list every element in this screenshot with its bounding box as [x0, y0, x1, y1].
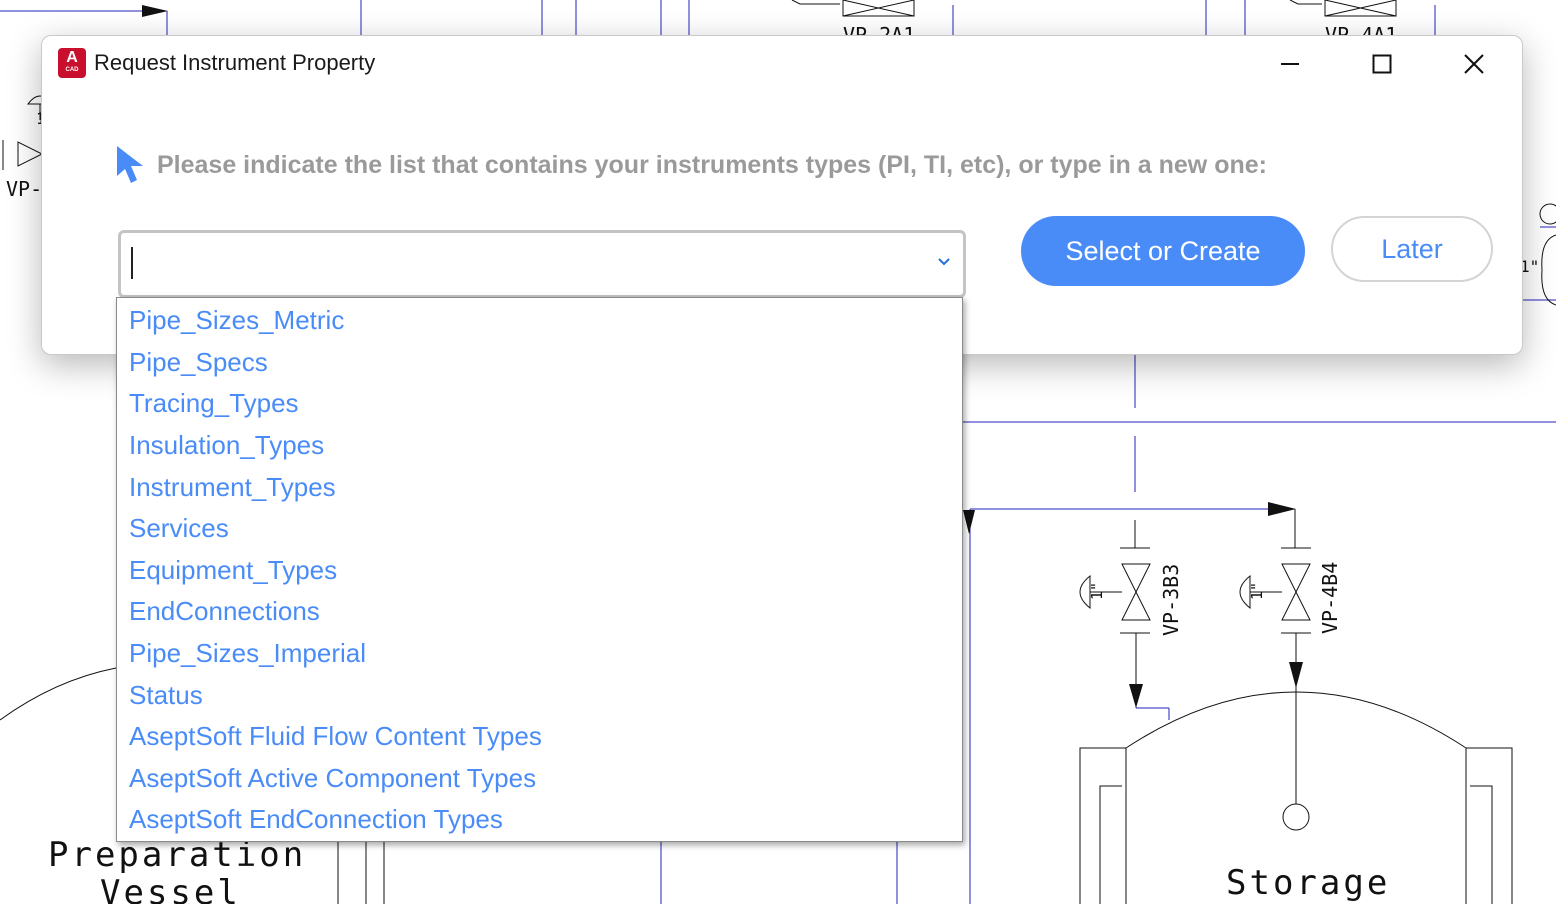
chevron-down-icon[interactable]	[937, 256, 951, 268]
close-icon	[1464, 54, 1484, 74]
app-icon-sub: CAD	[65, 67, 79, 73]
dropdown-item[interactable]: Status	[129, 675, 203, 716]
minimize-icon	[1281, 63, 1299, 65]
text-caret	[131, 247, 133, 279]
list-combobox[interactable]	[118, 230, 966, 298]
dropdown-item[interactable]: Tracing_Types	[129, 383, 299, 424]
list-dropdown: Pipe_Sizes_Metric Pipe_Specs Tracing_Typ…	[116, 297, 963, 842]
valve-label-left: VP-	[6, 177, 42, 201]
maximize-icon	[1372, 54, 1392, 74]
dialog-title: Request Instrument Property	[94, 50, 376, 75]
dropdown-item[interactable]: AseptSoft Fluid Flow Content Types	[129, 716, 542, 757]
dropdown-item[interactable]: EndConnections	[129, 591, 320, 632]
autocad-icon: A CAD	[58, 48, 86, 78]
dropdown-item[interactable]: AseptSoft EndConnection Types	[129, 799, 503, 840]
prompt-row: Please indicate the list that contains y…	[114, 142, 1267, 188]
later-button[interactable]: Later	[1331, 216, 1493, 282]
valve-label-vp-4b4: VP-4B4	[1318, 562, 1342, 634]
valve-label-vp-3b3: VP-3B3	[1159, 564, 1183, 636]
vessel-label-vessel: Vessel	[100, 873, 241, 904]
dropdown-item[interactable]: Insulation_Types	[129, 425, 324, 466]
size-label-1: 1"	[1088, 582, 1106, 600]
select-or-create-button[interactable]: Select or Create	[1021, 216, 1305, 286]
dropdown-item[interactable]: Instrument_Types	[129, 467, 336, 508]
prompt-text: Please indicate the list that contains y…	[157, 150, 1267, 179]
dropdown-item[interactable]: Pipe_Sizes_Imperial	[129, 633, 366, 674]
close-button[interactable]	[1451, 46, 1497, 82]
minimize-button[interactable]	[1267, 46, 1313, 82]
size-label-2: 1"	[1248, 582, 1266, 600]
vessel-label-storage: Storage	[1226, 863, 1390, 903]
dropdown-item[interactable]: Pipe_Sizes_Metric	[129, 300, 344, 341]
app-icon-letter: A	[66, 49, 78, 66]
dropdown-item[interactable]: Pipe_Specs	[129, 342, 268, 383]
dropdown-item[interactable]: AseptSoft Active Component Types	[129, 758, 536, 799]
list-input[interactable]	[127, 239, 911, 287]
dropdown-item[interactable]: Services	[129, 508, 229, 549]
dropdown-item[interactable]: Equipment_Types	[129, 550, 337, 591]
cursor-pointer-icon	[117, 146, 143, 183]
maximize-button[interactable]	[1359, 46, 1405, 82]
title-bar[interactable]: A CAD Request Instrument Property	[42, 36, 1522, 96]
